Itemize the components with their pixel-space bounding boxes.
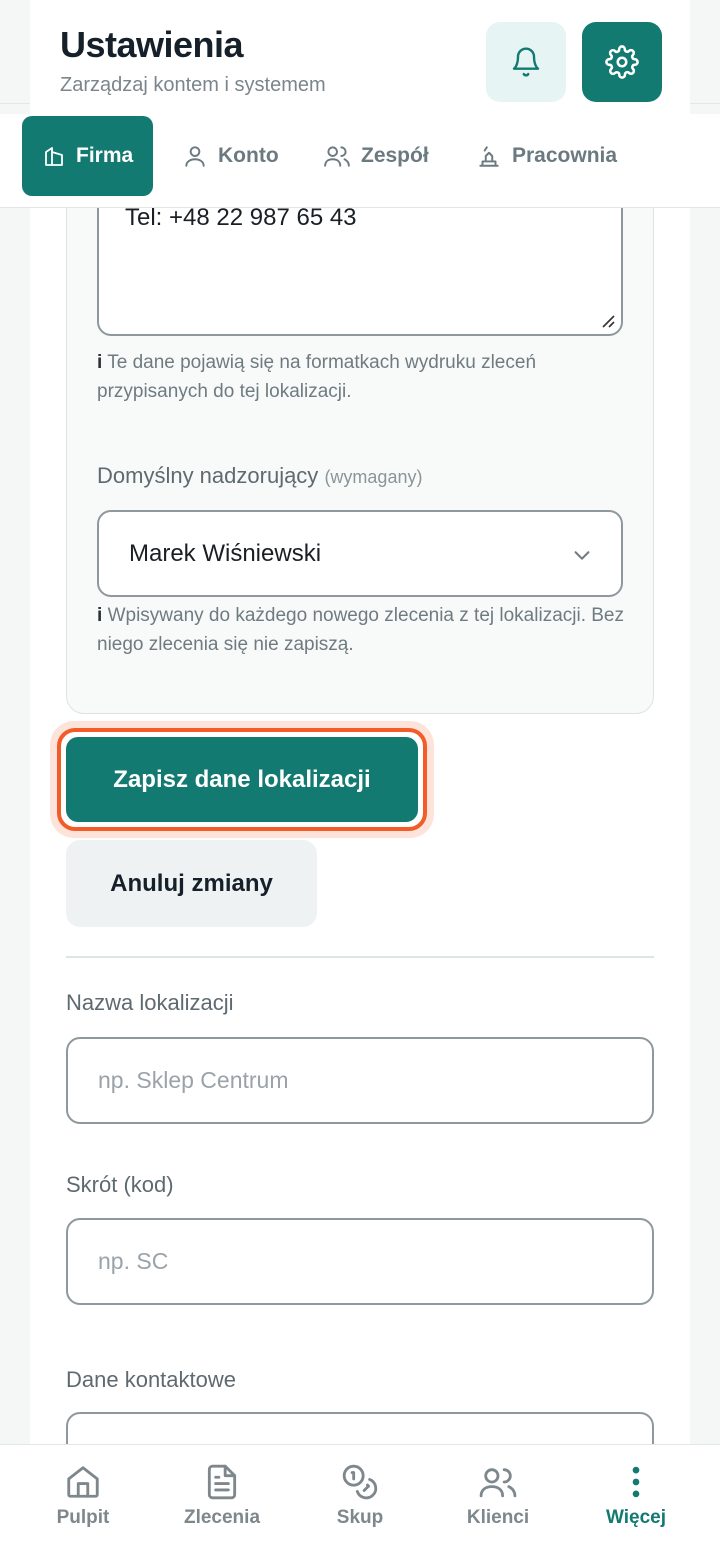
bottom-navigation: Pulpit Zlecenia Skup Klienci Więcej	[0, 1444, 720, 1561]
resize-handle-icon[interactable]	[599, 312, 615, 328]
supervisor-select-value: Marek Wiśniewski	[129, 540, 322, 567]
nav-pulpit-label: Pulpit	[56, 1507, 110, 1528]
nav-skup[interactable]: Skup	[288, 1445, 432, 1561]
header-card: Ustawienia Zarządzaj kontem i systemem	[30, 0, 690, 126]
tab-pracownia-label: Pracownia	[512, 144, 618, 167]
chevron-down-icon	[574, 551, 590, 560]
nav-klienci-label: Klienci	[466, 1507, 530, 1528]
info-icon: i	[97, 605, 103, 626]
page-subtitle: Zarządzaj kontem i systemem	[60, 74, 326, 96]
tab-konto-label: Konto	[218, 144, 279, 167]
location-name-input[interactable]: np. Sklep Centrum	[66, 1037, 654, 1124]
cancel-changes-button[interactable]: Anuluj zmiany	[66, 840, 317, 927]
supervisor-label: Domyślny nadzorujący (wymagany)	[97, 463, 422, 489]
save-location-button[interactable]: Zapisz dane lokalizacji	[57, 728, 427, 831]
location-code-input[interactable]: np. SC	[66, 1218, 654, 1305]
info-icon: i	[97, 352, 103, 373]
tab-konto[interactable]: Konto	[182, 116, 279, 196]
tab-pracownia[interactable]: Pracownia	[476, 116, 617, 196]
nav-wiecej[interactable]: Więcej	[564, 1445, 708, 1561]
location-name-label: Nazwa lokalizacji	[66, 990, 234, 1015]
settings-button[interactable]	[582, 22, 662, 102]
users-icon	[479, 1468, 517, 1498]
contact-hint: i Te dane pojawią się na formatkach wydr…	[97, 348, 637, 406]
notifications-button[interactable]	[486, 22, 566, 102]
location-code-label: Skrót (kod)	[66, 1172, 174, 1197]
contact-data-label: Dane kontaktowe	[66, 1367, 236, 1392]
location-name-placeholder: np. Sklep Centrum	[98, 1067, 289, 1093]
coins-icon	[342, 1464, 378, 1500]
tab-firma[interactable]: Firma	[22, 116, 154, 196]
supervisor-hint: i Wpisywany do każdego nowego zlecenia z…	[97, 601, 637, 659]
app-header: Ustawienia Zarządzaj kontem i systemem F…	[0, 0, 720, 208]
nav-zlecenia[interactable]: Zlecenia	[150, 1445, 294, 1561]
tab-firma-label: Firma	[76, 144, 134, 167]
required-marker: (wymagany)	[324, 467, 423, 487]
section-divider	[66, 956, 654, 958]
nav-wiecej-label: Więcej	[605, 1507, 667, 1528]
location-code-placeholder: np. SC	[98, 1248, 169, 1274]
tab-zespol-label: Zespół	[361, 144, 429, 167]
contact-textarea-value: Tel: +48 22 987 65 43	[125, 204, 357, 231]
supervisor-label-text: Domyślny nadzorujący	[97, 463, 319, 488]
nav-skup-label: Skup	[336, 1507, 384, 1528]
user-icon	[185, 146, 205, 167]
bell-icon	[512, 47, 540, 77]
document-icon	[207, 1464, 237, 1500]
nav-zlecenia-label: Zlecenia	[183, 1507, 261, 1528]
gear-icon	[605, 45, 639, 79]
settings-content: Tel: +48 22 987 65 43 i Te dane pojawią …	[0, 0, 720, 1561]
building-icon	[45, 147, 63, 166]
supervisor-hint-text: Wpisywany do każdego nowego zlecenia z t…	[97, 605, 624, 655]
users-icon	[324, 146, 350, 167]
supervisor-select[interactable]: Marek Wiśniewski	[97, 510, 623, 597]
tab-zespol[interactable]: Zespół	[323, 116, 429, 196]
more-vertical-icon	[632, 1466, 640, 1498]
settings-tabs: Firma Konto Zespół Pracownia	[0, 114, 720, 208]
contact-hint-text: Te dane pojawią się na formatkach wydruk…	[97, 352, 537, 402]
nav-pulpit[interactable]: Pulpit	[11, 1445, 155, 1561]
workshop-icon	[479, 146, 499, 167]
home-icon	[67, 1466, 99, 1498]
page-title: Ustawienia	[60, 24, 244, 65]
nav-klienci[interactable]: Klienci	[426, 1445, 570, 1561]
save-location-button-label: Zapisz dane lokalizacji	[66, 737, 418, 822]
